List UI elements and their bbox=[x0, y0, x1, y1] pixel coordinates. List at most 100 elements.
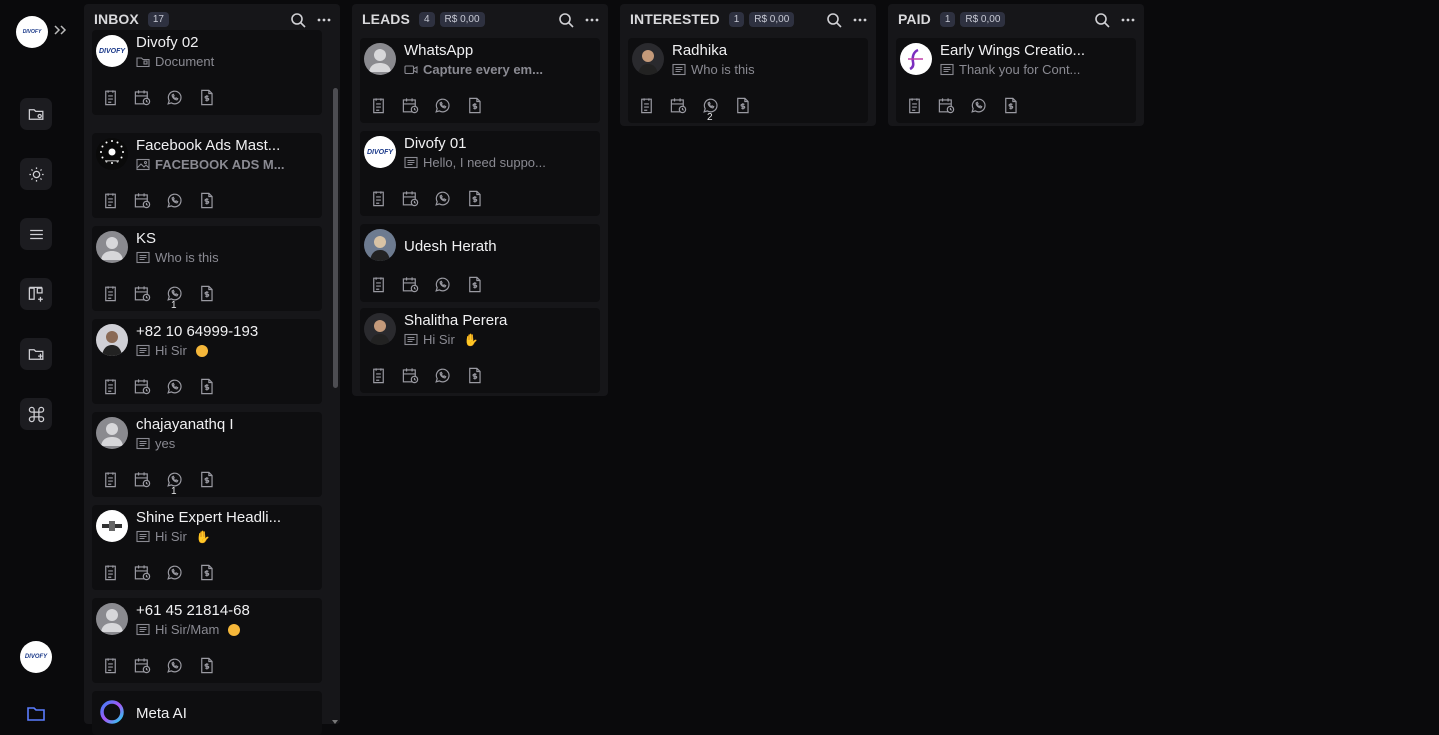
app-logo[interactable]: DIVOFY bbox=[16, 16, 48, 48]
folder-icon[interactable] bbox=[26, 705, 46, 723]
schedule-button[interactable] bbox=[669, 96, 688, 115]
whatsapp-button[interactable] bbox=[433, 275, 452, 294]
contact-card[interactable]: Early Wings Creatio... Thank you for Con… bbox=[896, 38, 1136, 123]
schedule-button[interactable] bbox=[133, 470, 152, 489]
contact-card[interactable]: Meta AI bbox=[92, 691, 322, 735]
contact-card[interactable]: +61 45 21814-68 Hi Sir/Mam bbox=[92, 598, 322, 683]
invoice-button[interactable] bbox=[465, 96, 484, 115]
whatsapp-button[interactable] bbox=[165, 377, 184, 396]
schedule-button[interactable] bbox=[133, 191, 152, 210]
last-message-preview: Hello, I need suppo... bbox=[404, 155, 546, 170]
notes-button[interactable] bbox=[101, 88, 120, 107]
invoice-button[interactable] bbox=[733, 96, 752, 115]
notes-button[interactable] bbox=[101, 470, 120, 489]
column-count-badge: 1 bbox=[728, 11, 745, 27]
contact-card[interactable]: DIVOFY Divofy 01 Hello, I need suppo... bbox=[360, 131, 600, 216]
invoice-button[interactable] bbox=[197, 470, 216, 489]
whatsapp-button[interactable] bbox=[165, 88, 184, 107]
invoice-button[interactable] bbox=[465, 275, 484, 294]
account-avatar[interactable]: DIVOFY bbox=[20, 641, 52, 673]
notes-icon bbox=[909, 98, 920, 114]
invoice-button[interactable] bbox=[197, 88, 216, 107]
menu-icon bbox=[29, 229, 43, 239]
contact-card[interactable]: Shalitha Perera Hi Sir ✋ bbox=[360, 308, 600, 393]
search-icon[interactable] bbox=[558, 12, 574, 28]
expand-sidebar-icon[interactable] bbox=[53, 23, 67, 37]
whatsapp-button[interactable] bbox=[165, 656, 184, 675]
notes-button[interactable] bbox=[101, 377, 120, 396]
more-options-icon[interactable] bbox=[316, 12, 332, 28]
notes-icon bbox=[373, 368, 384, 384]
schedule-button[interactable] bbox=[133, 88, 152, 107]
notes-button[interactable] bbox=[101, 284, 120, 303]
schedule-button[interactable] bbox=[401, 96, 420, 115]
whatsapp-button[interactable] bbox=[433, 366, 452, 385]
schedule-button[interactable] bbox=[401, 366, 420, 385]
whatsapp-button[interactable] bbox=[165, 563, 184, 582]
theme-toggle-button[interactable] bbox=[20, 158, 52, 190]
inbox-scrollbar[interactable] bbox=[331, 34, 339, 724]
more-options-icon[interactable] bbox=[584, 12, 600, 28]
whatsapp-button[interactable] bbox=[969, 96, 988, 115]
contact-card[interactable]: +82 10 64999-193 Hi Sir bbox=[92, 319, 322, 404]
invoice-button[interactable] bbox=[465, 189, 484, 208]
contact-card[interactable]: chajayanathq I yes 1 bbox=[92, 412, 322, 497]
more-options-icon[interactable] bbox=[852, 12, 868, 28]
invoice-button[interactable] bbox=[1001, 96, 1020, 115]
search-icon[interactable] bbox=[290, 12, 306, 28]
schedule-button[interactable] bbox=[133, 656, 152, 675]
scroll-down-icon[interactable] bbox=[331, 718, 339, 726]
notes-button[interactable] bbox=[905, 96, 924, 115]
notes-button[interactable] bbox=[369, 366, 388, 385]
schedule-button[interactable] bbox=[133, 563, 152, 582]
whatsapp-button[interactable] bbox=[165, 191, 184, 210]
schedule-button[interactable] bbox=[401, 189, 420, 208]
invoice-button[interactable] bbox=[197, 377, 216, 396]
more-options-icon[interactable] bbox=[1120, 12, 1136, 28]
schedule-button[interactable] bbox=[133, 377, 152, 396]
invoice-button[interactable] bbox=[197, 563, 216, 582]
invoice-button[interactable] bbox=[197, 284, 216, 303]
notes-button[interactable] bbox=[369, 275, 388, 294]
search-icon[interactable] bbox=[1094, 12, 1110, 28]
card-actions bbox=[369, 96, 484, 115]
folder-icon bbox=[136, 57, 150, 68]
contact-card[interactable]: Shine Expert Headli... Hi Sir ✋ bbox=[92, 505, 322, 590]
whatsapp-button[interactable]: 2 bbox=[701, 96, 720, 123]
notes-button[interactable] bbox=[637, 96, 656, 115]
folder-settings-button[interactable] bbox=[20, 98, 52, 130]
contact-card[interactable]: Facebook Ads Mast... FACEBOOK ADS M... bbox=[92, 133, 322, 218]
command-button[interactable] bbox=[20, 398, 52, 430]
notes-icon bbox=[105, 472, 116, 488]
invoice-icon bbox=[201, 192, 213, 209]
contact-card[interactable]: Radhika Who is this 2 bbox=[628, 38, 868, 123]
contact-card[interactable]: KS Who is this 1 bbox=[92, 226, 322, 311]
contact-card[interactable]: Udesh Herath bbox=[360, 224, 600, 302]
schedule-icon bbox=[134, 472, 151, 488]
invoice-button[interactable] bbox=[197, 191, 216, 210]
notes-button[interactable] bbox=[369, 189, 388, 208]
whatsapp-button[interactable] bbox=[433, 96, 452, 115]
whatsapp-button[interactable]: 1 bbox=[165, 284, 184, 311]
column-value-badge: R$ 0,00 bbox=[749, 11, 795, 27]
notes-button[interactable] bbox=[101, 191, 120, 210]
notes-button[interactable] bbox=[101, 563, 120, 582]
search-icon[interactable] bbox=[826, 12, 842, 28]
invoice-button[interactable] bbox=[197, 656, 216, 675]
scrollbar-thumb[interactable] bbox=[333, 88, 338, 388]
invoice-icon bbox=[201, 471, 213, 488]
notes-button[interactable] bbox=[101, 656, 120, 675]
menu-button[interactable] bbox=[20, 218, 52, 250]
notes-button[interactable] bbox=[369, 96, 388, 115]
whatsapp-button[interactable]: 1 bbox=[165, 470, 184, 497]
schedule-button[interactable] bbox=[937, 96, 956, 115]
contact-card[interactable]: WhatsApp Capture every em... bbox=[360, 38, 600, 123]
board-add-button[interactable] bbox=[20, 278, 52, 310]
schedule-button[interactable] bbox=[401, 275, 420, 294]
schedule-button[interactable] bbox=[133, 284, 152, 303]
last-message-preview: Hi Sir ✋ bbox=[136, 529, 211, 544]
contact-card[interactable]: DIVOFY Divofy 02 Document bbox=[92, 30, 322, 115]
invoice-button[interactable] bbox=[465, 366, 484, 385]
whatsapp-button[interactable] bbox=[433, 189, 452, 208]
folder-add-button[interactable] bbox=[20, 338, 52, 370]
